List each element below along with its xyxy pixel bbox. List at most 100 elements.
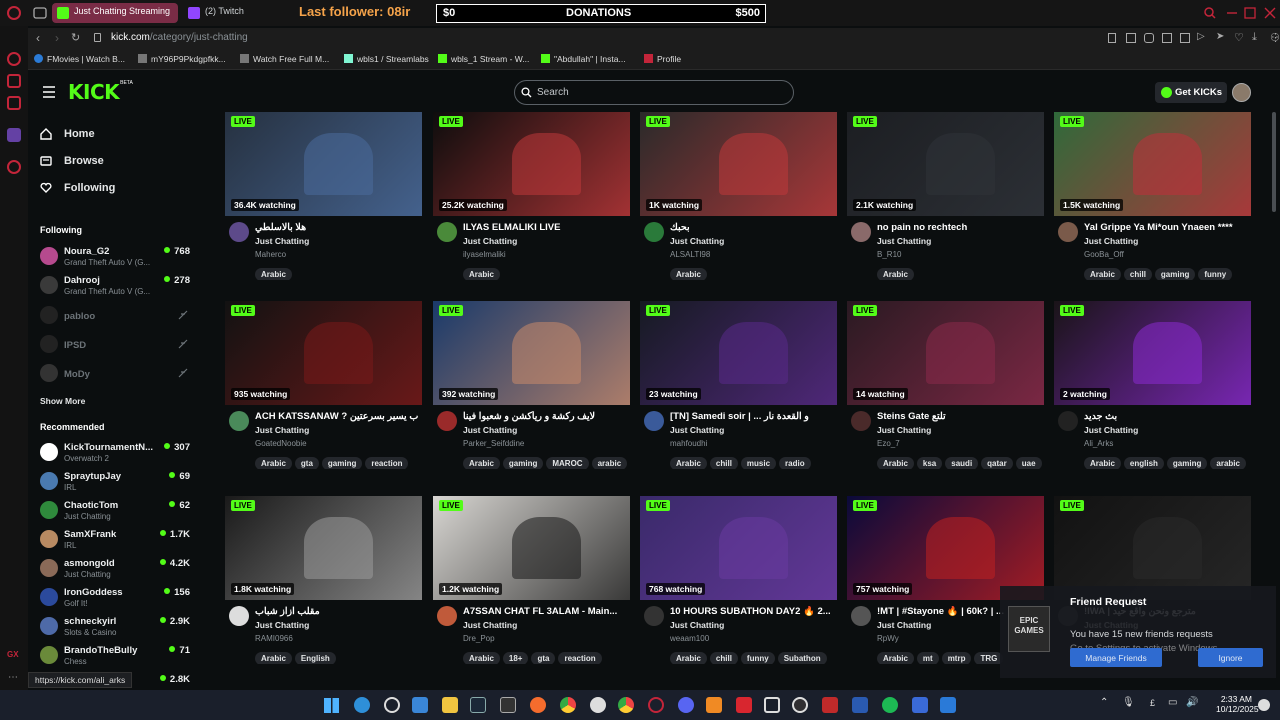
stream-category[interactable]: Just Chatting	[1084, 425, 1138, 435]
bookmark-item[interactable]: Watch Free Full M...	[240, 54, 329, 64]
tag-chip[interactable]: Arabic	[670, 457, 707, 469]
stream-category[interactable]: Just Chatting	[877, 620, 931, 630]
stream-category[interactable]: Just Chatting	[463, 620, 517, 630]
following-channel[interactable]: Noura_G2 Grand Theft Auto V (G... 768	[40, 244, 190, 270]
bookmark-item[interactable]: FMovies | Watch B...	[34, 54, 125, 64]
tag-chip[interactable]: qatar	[981, 457, 1013, 469]
recommended-channel[interactable]: asmongold Just Chatting 4.2K	[40, 556, 190, 582]
tag-chip[interactable]: 18+	[502, 652, 529, 664]
stream-category[interactable]: Just Chatting	[255, 620, 309, 630]
recommended-channel[interactable]: KickTournamentN... Overwatch 2 307	[40, 440, 190, 466]
edge-icon[interactable]	[354, 697, 370, 713]
stream-thumbnail[interactable]: LIVE 1K watching	[640, 112, 837, 216]
store-icon[interactable]	[412, 697, 428, 713]
stream-title[interactable]: A7SSAN CHAT FL 3ALAM - Main...	[463, 606, 628, 617]
app-icon[interactable]	[852, 697, 868, 713]
tag-chip[interactable]: gta	[531, 652, 556, 664]
url-field[interactable]: kick.com/category/just-chatting	[111, 32, 248, 43]
tag-chip[interactable]: English	[294, 652, 336, 664]
stream-thumbnail[interactable]: LIVE 2 watching	[1054, 301, 1251, 405]
windows-start-icon[interactable]	[324, 698, 339, 713]
stream-card[interactable]: LIVE 2 watching بث جديد Just Chatting Ali_Ar…	[1054, 301, 1251, 486]
show-more-link[interactable]: Show More	[40, 396, 85, 406]
app-icon[interactable]	[822, 697, 838, 713]
back-icon[interactable]: ‹	[36, 31, 40, 45]
tag-chip[interactable]: chill	[709, 652, 738, 664]
stream-thumbnail[interactable]: LIVE 935 watching	[225, 301, 422, 405]
bookmark-item[interactable]: wbls_1 Stream - W...	[438, 54, 529, 64]
stream-thumbnail[interactable]: LIVE 36.4K watching	[225, 112, 422, 216]
opera-gx-taskbar-icon[interactable]	[648, 697, 664, 713]
tag-chip[interactable]: saudi	[945, 457, 979, 469]
download-icon[interactable]: ⤓	[1252, 31, 1257, 44]
streamer-name[interactable]: mahfoudhi	[670, 439, 707, 448]
tag-chip[interactable]: gaming	[321, 457, 363, 469]
bookmark-item[interactable]: "Abdullah" | Insta...	[541, 54, 626, 64]
settings-icon[interactable]	[7, 160, 21, 174]
tag-chip[interactable]: uae	[1015, 457, 1042, 469]
stream-thumbnail[interactable]: LIVE	[1054, 496, 1251, 600]
wifi-icon[interactable]: ▭	[1168, 697, 1177, 708]
chrome-icon[interactable]	[560, 697, 576, 713]
pin-icon[interactable]	[1108, 33, 1116, 43]
tag-chip[interactable]: Arabic	[255, 268, 292, 280]
search-bar[interactable]: Search	[514, 80, 794, 105]
extensions-icon[interactable]	[1162, 33, 1172, 43]
streamer-avatar[interactable]	[851, 606, 871, 626]
stream-card[interactable]: LIVE 2.1K watching no pain no rechtech Just…	[847, 112, 1044, 297]
recommended-channel[interactable]: SamXFrank IRL 1.7K	[40, 527, 190, 553]
streamer-avatar[interactable]	[851, 222, 871, 242]
tag-chip[interactable]: gaming	[1166, 457, 1208, 469]
streamer-avatar[interactable]	[644, 222, 664, 242]
tag-chip[interactable]: reaction	[365, 457, 409, 469]
streamer-avatar[interactable]	[229, 411, 249, 431]
following-channel-offline[interactable]: IPSD	[40, 332, 190, 358]
microphone-icon[interactable]: 🎙	[1122, 697, 1135, 708]
language-icon[interactable]: £	[1150, 698, 1155, 708]
tag-chip[interactable]: Arabic	[463, 268, 500, 280]
stream-thumbnail[interactable]: LIVE 757 watching	[847, 496, 1044, 600]
discord-icon[interactable]	[678, 697, 694, 713]
streamer-name[interactable]: RAMI0966	[255, 634, 293, 643]
tag-chip[interactable]: Arabic	[877, 652, 914, 664]
bookmark-item[interactable]: wbls1 / Streamlabs	[344, 54, 429, 64]
play-icon[interactable]: ▷	[1197, 31, 1205, 42]
recommended-channel[interactable]: IronGoddess Golf It! 156	[40, 585, 190, 611]
kick-logo[interactable]: KICKBETA	[68, 80, 133, 104]
streamer-name[interactable]: Ali_Arks	[1084, 439, 1113, 448]
nav-home[interactable]: Home	[40, 124, 95, 144]
stream-card[interactable]: LIVE 25.2K watching ILYAS ELMALIKI LIVE Jus…	[433, 112, 630, 297]
stream-title[interactable]: Yal Grippe Ya Mi*oun Ynaeen ****	[1084, 222, 1249, 233]
tab-twitch[interactable]: (2) Twitch	[183, 3, 293, 23]
streamer-avatar[interactable]	[437, 411, 457, 431]
streamer-avatar[interactable]	[437, 606, 457, 626]
chrome-alt-icon[interactable]	[618, 697, 634, 713]
stream-category[interactable]: Just Chatting	[1084, 236, 1138, 246]
tag-chip[interactable]: arabic	[1210, 457, 1246, 469]
stream-card[interactable]: LIVE 14 watching Steins Gate تلتع Just Chat…	[847, 301, 1044, 486]
following-channel-offline[interactable]: MoDy	[40, 361, 190, 387]
stream-thumbnail[interactable]: LIVE 768 watching	[640, 496, 837, 600]
maximize-icon[interactable]	[1243, 6, 1257, 20]
tag-chip[interactable]: gaming	[1154, 268, 1196, 280]
notification-icon[interactable]	[1258, 699, 1270, 711]
gx-icon[interactable]: GX	[7, 650, 21, 664]
streamer-name[interactable]: Parker_Seifddine	[463, 439, 524, 448]
tag-chip[interactable]: music	[740, 457, 777, 469]
tab-just-chatting[interactable]: Just Chatting Streaming	[52, 3, 178, 23]
tag-chip[interactable]: funny	[1198, 268, 1233, 280]
tag-chip[interactable]: Arabic	[1084, 457, 1121, 469]
flow-icon[interactable]: ➤	[1216, 31, 1224, 42]
stream-thumbnail[interactable]: LIVE 25.2K watching	[433, 112, 630, 216]
recommended-channel[interactable]: BrandoTheBully Chess 71	[40, 643, 190, 669]
stream-category[interactable]: Just Chatting	[463, 236, 517, 246]
tag-chip[interactable]: MAROC	[546, 457, 589, 469]
tag-chip[interactable]: mtrp	[941, 652, 972, 664]
streamer-avatar[interactable]	[437, 222, 457, 242]
stream-card[interactable]: LIVE 36.4K watching هلا بالاسلطي Just Chatt…	[225, 112, 422, 297]
stream-category[interactable]: Just Chatting	[255, 236, 309, 246]
streamer-avatar[interactable]	[1058, 222, 1078, 242]
streamer-avatar[interactable]	[229, 222, 249, 242]
app-red-icon[interactable]	[736, 697, 752, 713]
vlc-icon[interactable]	[706, 697, 722, 713]
